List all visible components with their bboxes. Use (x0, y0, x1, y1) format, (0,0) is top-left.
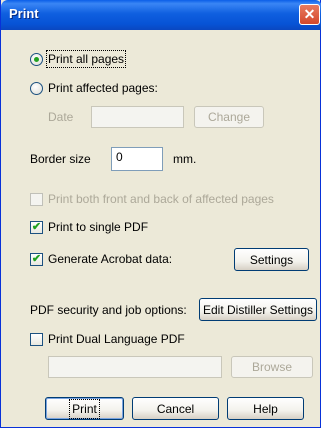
distiller-button-label: Edit Distiller Settings (202, 302, 314, 317)
title-bar[interactable]: Print ✕ (1, 0, 321, 30)
acrobat-data-option[interactable]: ✔ Generate Acrobat data: (30, 252, 172, 266)
change-button[interactable]: Change (194, 106, 264, 128)
both-sides-checkbox[interactable] (30, 192, 43, 206)
single-pdf-label: Print to single PDF (48, 220, 149, 234)
close-icon: ✕ (303, 6, 316, 22)
settings-button[interactable]: Settings (234, 248, 309, 271)
both-sides-label: Print both front and back of affected pa… (48, 192, 274, 206)
print-dialog: Print ✕ Print all pages Print affected p… (0, 0, 321, 428)
print-affected-pages-option[interactable]: Print affected pages: (30, 81, 158, 95)
print-affected-pages-radio[interactable] (30, 81, 43, 95)
pdf-security-label: PDF security and job options: (30, 303, 187, 317)
browse-button-label: Browse (251, 360, 292, 374)
print-button-label: Print (69, 398, 100, 419)
dialog-title: Print (9, 6, 39, 21)
help-button-label: Help (253, 401, 278, 416)
acrobat-data-checkbox[interactable]: ✔ (30, 252, 43, 266)
acrobat-data-label: Generate Acrobat data: (48, 252, 173, 266)
cancel-button[interactable]: Cancel (132, 397, 219, 420)
print-all-pages-radio[interactable] (30, 52, 43, 66)
date-label: Date (48, 110, 74, 124)
dual-language-checkbox[interactable] (30, 332, 43, 346)
print-affected-pages-label: Print affected pages: (48, 81, 158, 95)
both-sides-option[interactable]: Print both front and back of affected pa… (30, 192, 274, 206)
help-button[interactable]: Help (227, 397, 304, 420)
browse-button[interactable]: Browse (231, 356, 313, 378)
dual-language-option[interactable]: Print Dual Language PDF (30, 332, 185, 346)
change-button-label: Change (207, 110, 251, 124)
single-pdf-checkbox[interactable]: ✔ (30, 220, 43, 234)
dual-language-label: Print Dual Language PDF (48, 332, 185, 346)
edit-distiller-settings-button[interactable]: Edit Distiller Settings (199, 298, 317, 321)
print-button[interactable]: Print (45, 397, 124, 420)
border-size-input[interactable]: 0 (111, 147, 163, 171)
cancel-button-label: Cancel (156, 401, 195, 416)
print-all-pages-option[interactable]: Print all pages (30, 50, 127, 68)
settings-button-label: Settings (249, 252, 294, 267)
print-all-pages-label: Print all pages (45, 50, 127, 68)
check-mark-icon: ✔ (31, 252, 42, 265)
single-pdf-option[interactable]: ✔ Print to single PDF (30, 220, 148, 234)
date-input[interactable] (91, 106, 184, 128)
border-size-label: Border size (30, 152, 91, 166)
check-mark-icon: ✔ (31, 220, 42, 233)
dual-language-path-input[interactable] (48, 356, 222, 378)
close-button[interactable]: ✕ (299, 4, 320, 25)
border-size-unit: mm. (173, 152, 197, 166)
